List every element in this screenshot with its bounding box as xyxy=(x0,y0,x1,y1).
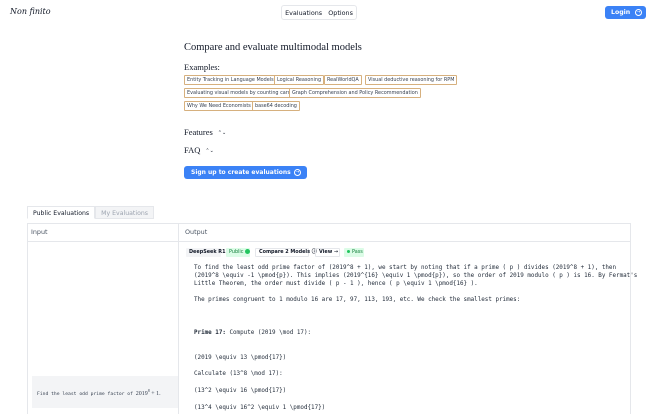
status-label: Pass xyxy=(352,249,363,255)
nav-evaluations[interactable]: Evaluations xyxy=(285,9,322,17)
page-title: Compare and evaluate multimodal models xyxy=(184,42,362,53)
tab-public-evaluations[interactable]: Public Evaluations xyxy=(27,206,96,219)
compare-models-button[interactable]: Compare 2 Models ⓘ xyxy=(255,248,317,257)
examples-heading: Examples: xyxy=(184,62,220,72)
faq-label: FAQ xyxy=(184,145,201,155)
input-cell: Find the least odd prime factor of 20198… xyxy=(32,376,178,408)
example-chip[interactable]: Graph Comprehension and Policy Recommend… xyxy=(289,88,421,98)
example-chip[interactable]: Evaluating visual models by counting car… xyxy=(184,88,297,98)
model-badge: DeepSeek R1 xyxy=(186,248,225,257)
column-header-input: Input xyxy=(31,228,48,236)
arrow-right-circle-icon: → xyxy=(294,169,301,176)
login-label: Login xyxy=(611,9,631,16)
example-chip[interactable]: base64 decoding xyxy=(252,101,300,111)
login-button[interactable]: Login → xyxy=(605,6,646,19)
features-toggle[interactable]: Features ⌃⌄ xyxy=(184,127,226,137)
example-chip[interactable]: Visual deductive reasoning for RPM xyxy=(365,75,458,85)
app-logo[interactable]: Non finito xyxy=(10,7,51,16)
column-header-output: Output xyxy=(185,228,208,236)
status-dot-icon xyxy=(347,250,350,253)
example-chip[interactable]: Logical Reasoning xyxy=(274,75,325,85)
example-chip[interactable]: Entity Tracking in Language Models xyxy=(184,75,277,85)
arrow-right-circle-icon: → xyxy=(635,9,642,16)
example-chip[interactable]: Why We Need Economists xyxy=(184,101,254,111)
output-line: (2019 \equiv 13 \pmod{17}) xyxy=(194,355,287,361)
header-divider xyxy=(28,241,630,242)
example-chip[interactable]: RealWorldQA xyxy=(324,75,362,85)
output-bold: Prime 17: xyxy=(194,330,226,336)
signup-label: Sign up to create evaluations xyxy=(191,169,291,176)
nav-options[interactable]: Options xyxy=(328,9,353,17)
input-math: 20198 + 1. xyxy=(135,388,161,397)
output-line: Calculate (13^8 \mod 17): xyxy=(194,371,283,377)
view-button[interactable]: View → xyxy=(315,248,340,257)
input-text: Find the least odd prime factor of xyxy=(37,392,136,397)
tab-my-evaluations[interactable]: My Evaluations xyxy=(95,206,154,219)
math-rest: + 1. xyxy=(149,391,161,397)
features-label: Features xyxy=(184,127,213,137)
input-prompt: Find the least odd prime factor of 20198… xyxy=(37,388,161,397)
evaluations-table: Input Output Find the least odd prime fa… xyxy=(27,223,637,414)
top-nav: Evaluations Options xyxy=(281,5,357,20)
signup-button[interactable]: Sign up to create evaluations → xyxy=(184,166,307,179)
visibility-badge: Public xyxy=(226,248,251,257)
globe-icon xyxy=(245,249,251,254)
output-line: (13^2 \equiv 16 \pmod{17}) xyxy=(194,388,287,394)
output-line: Little Theorem, the order must divide ( … xyxy=(194,281,478,287)
math-base: 2019 xyxy=(135,391,148,397)
output-text: Compute (2019 \mod 17): xyxy=(225,330,312,336)
faq-toggle[interactable]: FAQ ⌃⌄ xyxy=(184,145,214,155)
output-line: (13^4 \equiv 16^2 \equiv 1 \pmod{17}) xyxy=(194,405,326,411)
visibility-label: Public xyxy=(229,249,244,255)
chevron-updown-icon: ⌃⌄ xyxy=(217,130,227,136)
status-badge: Pass xyxy=(344,248,364,257)
output-line: Prime 17: Compute (2019 \mod 17): xyxy=(194,329,311,338)
compare-label: Compare 2 Models xyxy=(259,249,311,255)
output-line: The primes congruent to 1 modulo 16 are … xyxy=(194,297,521,303)
column-divider xyxy=(178,224,179,414)
chevron-updown-icon: ⌃⌄ xyxy=(205,148,214,154)
evaluation-tabs: Public Evaluations My Evaluations xyxy=(27,206,154,219)
